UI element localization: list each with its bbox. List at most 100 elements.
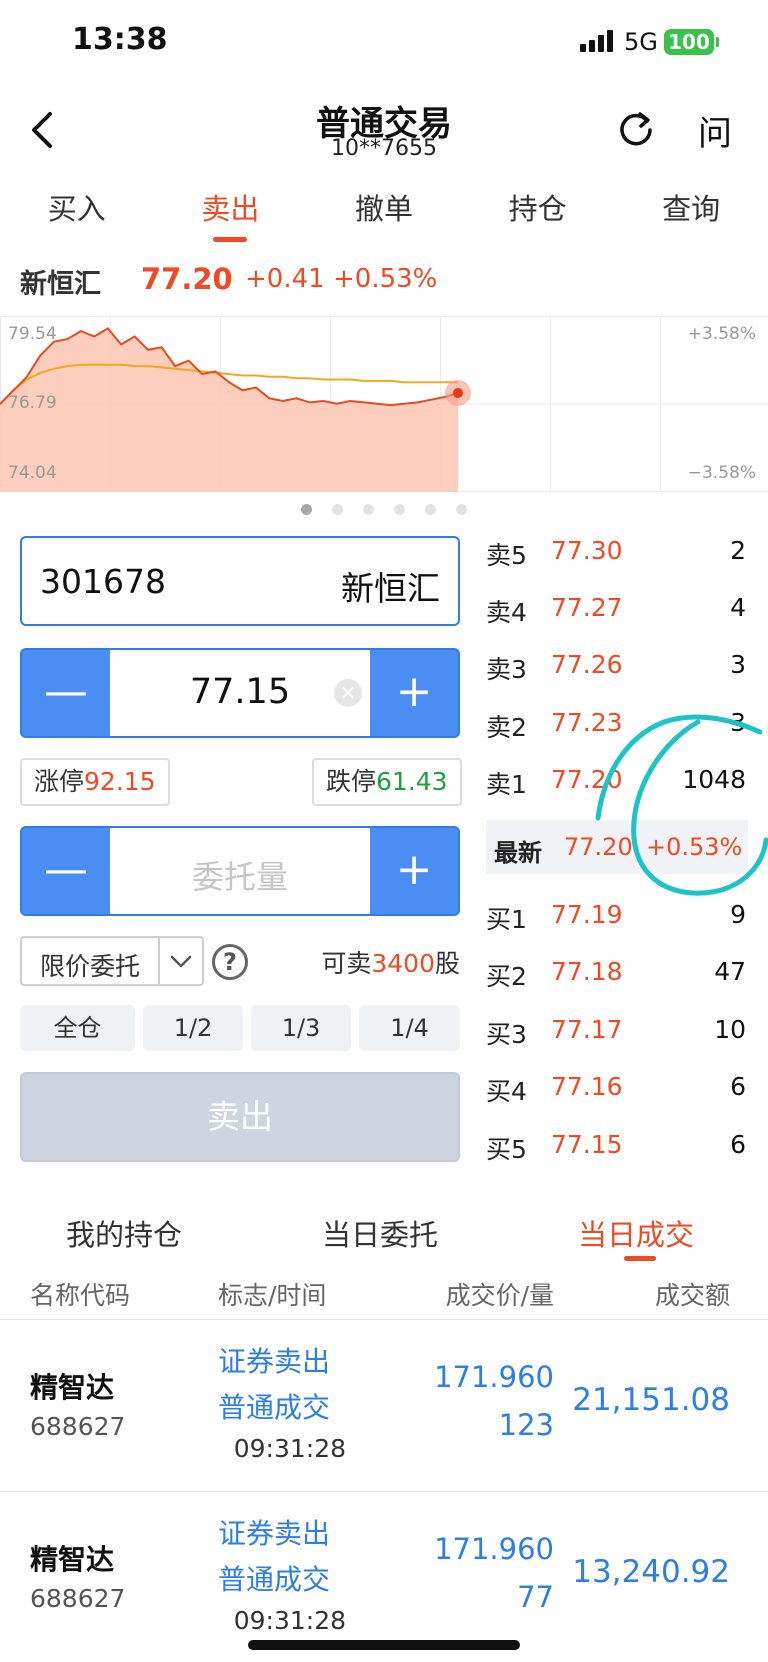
available-label: 可卖 bbox=[321, 949, 372, 978]
ask-label: 卖4 bbox=[486, 598, 527, 627]
ask-label: 卖2 bbox=[486, 713, 527, 742]
bid-volume: 6 bbox=[730, 1072, 746, 1101]
page-dot[interactable] bbox=[456, 504, 467, 515]
quote-change: +0.41 bbox=[245, 264, 325, 294]
trade-flag: 证券卖出 bbox=[218, 1517, 331, 1550]
quantity-increase-button[interactable]: + bbox=[370, 828, 458, 914]
trade-stock-code: 688627 bbox=[30, 1584, 126, 1613]
bid-price[interactable]: 77.19 bbox=[551, 900, 623, 929]
help-icon[interactable]: ? bbox=[212, 944, 248, 980]
network-type: 5G bbox=[624, 28, 658, 56]
signal-icon bbox=[580, 30, 616, 52]
page-dot[interactable] bbox=[363, 504, 374, 515]
limit-up-price: 92.15 bbox=[84, 767, 156, 796]
price-stepper: — 77.15 ✕ + bbox=[20, 648, 460, 738]
col-name-code: 名称代码 bbox=[30, 1281, 131, 1310]
trade-stock-code: 688627 bbox=[30, 1412, 126, 1441]
ask-price[interactable]: 77.20 bbox=[551, 765, 623, 794]
price-decrease-button[interactable]: — bbox=[22, 650, 110, 736]
sell-button[interactable]: 卖出 bbox=[20, 1072, 460, 1162]
ask-price[interactable]: 77.23 bbox=[551, 708, 623, 737]
chart-page-dots[interactable] bbox=[0, 504, 768, 516]
stock-code: 301678 bbox=[40, 562, 166, 601]
ask-label: 卖3 bbox=[486, 655, 527, 684]
latest-change-pct: +0.53% bbox=[646, 833, 743, 861]
table-row[interactable]: 精智达 688627 证券卖出 普通成交 09:31:28 171.960 12… bbox=[0, 1320, 768, 1492]
trade-amount: 21,151.08 bbox=[572, 1382, 730, 1418]
quote-price: 77.20 bbox=[141, 262, 233, 296]
quantity-input[interactable]: 委托量 bbox=[110, 828, 370, 914]
bid-label: 买3 bbox=[486, 1020, 527, 1049]
order-type-select[interactable]: 限价委托 bbox=[20, 936, 204, 986]
tab-buy[interactable]: 买入 bbox=[0, 186, 154, 236]
table-row[interactable]: 精智达 688627 证券卖出 普通成交 09:31:28 171.960 77… bbox=[0, 1492, 768, 1662]
trade-price: 171.960 bbox=[434, 1360, 554, 1394]
ask-label: 卖1 bbox=[486, 770, 527, 799]
trade-tabs: 买入 卖出 撤单 持仓 查询 bbox=[0, 186, 768, 242]
ask-price[interactable]: 77.26 bbox=[551, 650, 623, 679]
limit-down-label: 跌停 bbox=[326, 767, 377, 796]
bid-label: 买5 bbox=[486, 1135, 527, 1164]
bid-price[interactable]: 77.15 bbox=[551, 1130, 623, 1159]
tab-query[interactable]: 查询 bbox=[614, 186, 768, 236]
tab-positions[interactable]: 持仓 bbox=[461, 186, 615, 236]
trade-quantity: 77 bbox=[517, 1580, 554, 1614]
col-flag-time: 标志/时间 bbox=[218, 1281, 327, 1310]
price-input[interactable]: 77.15 ✕ bbox=[110, 650, 370, 736]
trade-stock-name: 精智达 bbox=[30, 1543, 115, 1576]
limit-down-price: 61.43 bbox=[376, 767, 448, 796]
limit-down-button[interactable]: 跌停61.43 bbox=[312, 758, 462, 806]
ask-volume: 1048 bbox=[682, 765, 746, 794]
intraday-chart[interactable]: 79.54 76.79 74.04 +3.58% −3.58% bbox=[0, 316, 768, 492]
ask-volume: 3 bbox=[730, 650, 746, 679]
tab-today-trades[interactable]: 当日成交 bbox=[578, 1212, 694, 1254]
active-tab-indicator bbox=[624, 1256, 656, 1261]
page-dot[interactable] bbox=[332, 504, 343, 515]
quantity-placeholder: 委托量 bbox=[191, 858, 288, 896]
clear-icon[interactable]: ✕ bbox=[334, 679, 362, 707]
ratio-quarter-button[interactable]: 1/4 bbox=[359, 1005, 460, 1051]
ask-volume: 4 bbox=[730, 593, 746, 622]
quantity-stepper: — 委托量 + bbox=[20, 826, 460, 916]
bid-volume: 9 bbox=[730, 900, 746, 929]
trade-time: 09:31:28 bbox=[233, 1606, 346, 1635]
tab-today-orders[interactable]: 当日委托 bbox=[322, 1212, 438, 1254]
ask-price[interactable]: 77.27 bbox=[551, 593, 623, 622]
price-increase-button[interactable]: + bbox=[370, 650, 458, 736]
ask-volume: 2 bbox=[730, 536, 746, 565]
ask-button[interactable]: 问 bbox=[698, 106, 732, 155]
bid-price[interactable]: 77.17 bbox=[551, 1015, 623, 1044]
bid-price[interactable]: 77.18 bbox=[551, 957, 623, 986]
available-unit: 股 bbox=[434, 949, 460, 978]
page-dot[interactable] bbox=[394, 504, 405, 515]
stock-code-input[interactable]: 301678 新恒汇 bbox=[20, 536, 460, 626]
ratio-all-button[interactable]: 全仓 bbox=[20, 1005, 135, 1051]
tab-cancel[interactable]: 撤单 bbox=[307, 186, 461, 236]
trade-flag: 证券卖出 bbox=[218, 1345, 331, 1378]
ask-price[interactable]: 77.30 bbox=[551, 536, 623, 565]
ratio-third-button[interactable]: 1/3 bbox=[251, 1005, 351, 1051]
ratio-half-button[interactable]: 1/2 bbox=[143, 1005, 243, 1051]
page-dot[interactable] bbox=[425, 504, 436, 515]
quote-name: 新恒汇 bbox=[20, 269, 101, 300]
trade-type: 普通成交 bbox=[218, 1563, 331, 1596]
records-tabs: 我的持仓 当日委托 当日成交 bbox=[0, 1212, 768, 1262]
home-indicator bbox=[248, 1640, 520, 1650]
quote-change-pct: +0.53% bbox=[333, 264, 438, 294]
page-dot[interactable] bbox=[301, 504, 312, 515]
bid-volume: 10 bbox=[714, 1015, 746, 1044]
refresh-icon[interactable] bbox=[616, 108, 656, 148]
tab-my-positions[interactable]: 我的持仓 bbox=[66, 1212, 182, 1254]
quantity-decrease-button[interactable]: — bbox=[22, 828, 110, 914]
stock-name: 新恒汇 bbox=[341, 569, 440, 608]
col-amount: 成交额 bbox=[654, 1281, 730, 1310]
available-quantity: 可卖3400股 bbox=[321, 944, 460, 980]
col-price-qty: 成交价/量 bbox=[445, 1281, 554, 1310]
trade-quantity: 123 bbox=[498, 1408, 554, 1442]
trade-amount: 13,240.92 bbox=[572, 1554, 730, 1590]
limit-up-button[interactable]: 涨停92.15 bbox=[20, 758, 170, 806]
bid-price[interactable]: 77.16 bbox=[551, 1072, 623, 1101]
chevron-down-icon bbox=[158, 938, 202, 984]
tab-sell[interactable]: 卖出 bbox=[154, 186, 308, 242]
trade-stock-name: 精智达 bbox=[30, 1371, 115, 1404]
